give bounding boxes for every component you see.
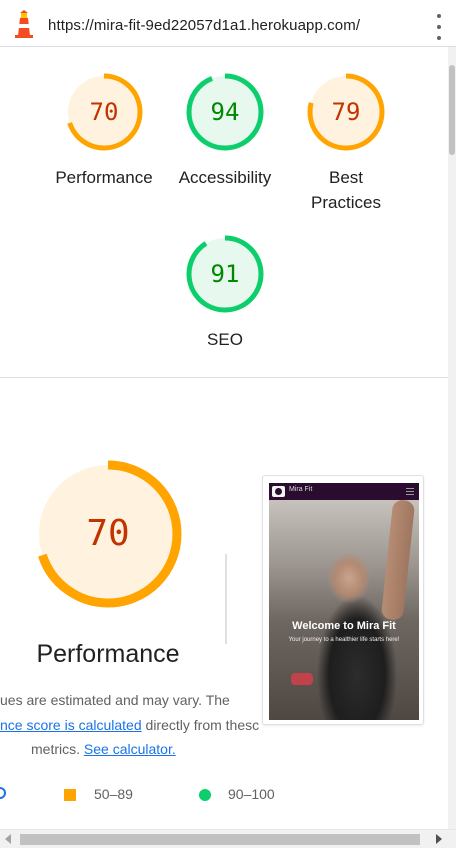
screenshot-image: Mira Fit Welcome to Mira Fit Your journe… (269, 483, 419, 720)
accessibility-score: 94 (210, 98, 240, 126)
screenshot-brand: Mira Fit (289, 486, 313, 493)
legend-average-icon (64, 789, 76, 801)
scroll-left-arrow-icon[interactable] (5, 834, 11, 844)
accessibility-label: Accessibility (178, 168, 272, 187)
description-line-2: nce score is calculated directly from th… (0, 717, 259, 733)
best-practices-label-line-1: Best (328, 168, 364, 187)
address-bar: https://mira-fit-9ed22057d1a1.herokuapp.… (0, 0, 456, 47)
score-calculated-link[interactable]: nce score is calculated (0, 717, 142, 733)
description-line-3-text: metrics. (31, 741, 84, 757)
hamburger-icon (406, 488, 414, 495)
lighthouse-icon (15, 10, 33, 38)
accessibility-gauge[interactable]: 94 (185, 72, 265, 152)
performance-title: Performance (36, 640, 180, 668)
screenshot-hero-title: Welcome to Mira Fit (292, 620, 396, 632)
hero-photo-dumbbell (291, 673, 313, 685)
best-practices-label: Best Practices (281, 165, 411, 215)
performance-score-large: 70 (86, 513, 130, 554)
horizontal-scrollbar[interactable] (0, 829, 456, 848)
section-divider (0, 377, 448, 378)
vertical-scrollbar-thumb[interactable] (449, 65, 455, 155)
description-line-3: metrics. See calculator. (31, 741, 176, 757)
best-practices-score: 79 (331, 98, 361, 126)
vertical-dots-icon[interactable] (433, 14, 445, 40)
description-line-1: ues are estimated and may vary. The (0, 692, 230, 708)
performance-label: Performance (55, 168, 153, 187)
vertical-scrollbar[interactable] (448, 47, 456, 829)
seo-label: SEO (207, 330, 243, 349)
legend-fail-icon (0, 787, 6, 799)
url-text[interactable]: https://mira-fit-9ed22057d1a1.herokuapp.… (48, 17, 360, 34)
page-screenshot[interactable]: Mira Fit Welcome to Mira Fit Your journe… (262, 475, 424, 725)
performance-score: 70 (89, 98, 119, 126)
performance-gauge[interactable]: 70 (64, 72, 144, 152)
screenshot-navbar: Mira Fit (269, 483, 419, 500)
legend-pass-icon (199, 789, 211, 801)
best-practices-label-line-2: Practices (311, 193, 381, 212)
seo-score: 91 (210, 260, 240, 288)
vertical-divider (225, 554, 227, 644)
performance-gauge-large: 70 (33, 459, 183, 609)
description-line-2-text: directly from thesc (141, 717, 260, 733)
best-practices-gauge[interactable]: 79 (306, 72, 386, 152)
legend-pass-label: 90–100 (228, 786, 275, 802)
logo-icon (272, 486, 285, 497)
horizontal-scrollbar-thumb[interactable] (20, 834, 420, 845)
legend-average-label: 50–89 (94, 786, 133, 802)
seo-gauge[interactable]: 91 (185, 234, 265, 314)
see-calculator-link[interactable]: See calculator. (84, 741, 176, 757)
screenshot-hero-subtitle: Your journey to a healthier life starts … (288, 637, 400, 643)
scroll-right-arrow-icon[interactable] (436, 834, 442, 844)
